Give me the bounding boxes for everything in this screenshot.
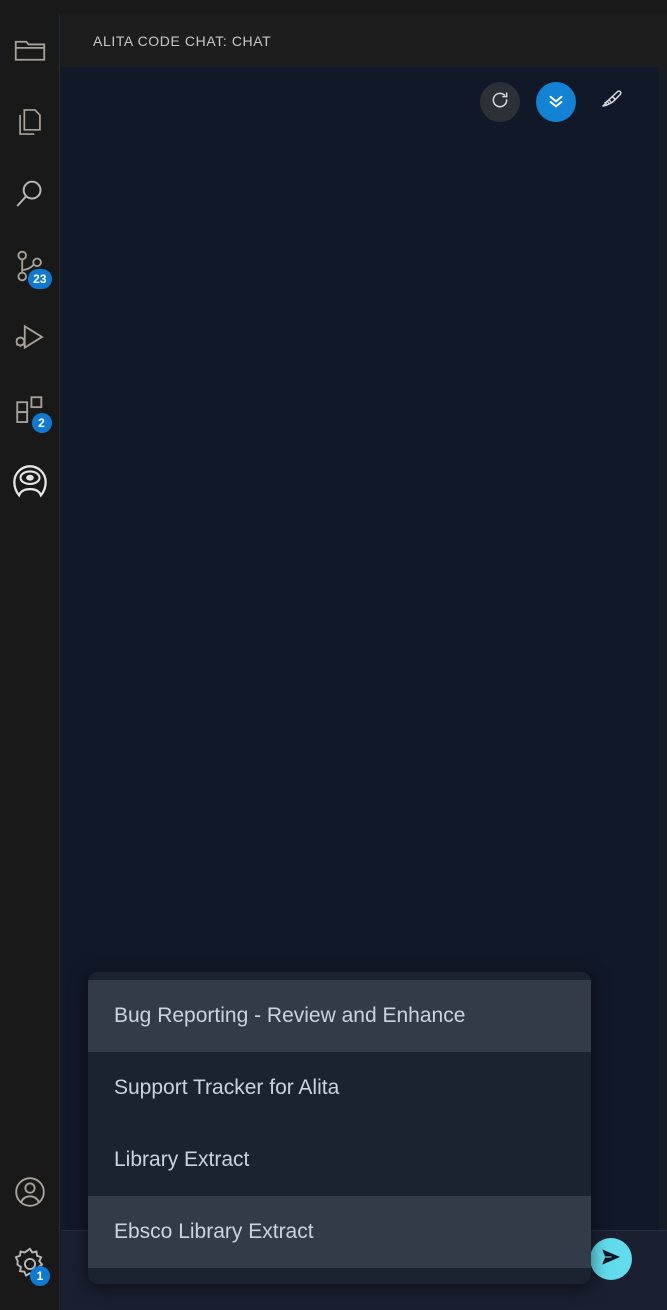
scroll-to-bottom-button[interactable]: [536, 82, 576, 122]
account-icon: [12, 1174, 48, 1210]
title-bar: [0, 0, 667, 14]
broom-icon: [599, 87, 625, 118]
dropdown-item-1[interactable]: Support Tracker for Alita: [88, 1052, 591, 1124]
folder-icon: [12, 32, 48, 68]
settings-badge: 1: [30, 1266, 50, 1286]
debug-icon: [12, 320, 48, 356]
dropdown-item-0[interactable]: Bug Reporting - Review and Enhance: [88, 980, 591, 1052]
chat-scrollbar[interactable]: [659, 67, 667, 1230]
source-control-badge: 23: [28, 269, 52, 289]
chat-toolbar: [480, 82, 632, 122]
clear-chat-button[interactable]: [592, 82, 632, 122]
activity-bar-bottom-group: 1: [0, 1156, 60, 1300]
dropdown-item-3[interactable]: Ebsco Library Extract: [88, 1196, 591, 1268]
sidebar-item-account[interactable]: [0, 1156, 60, 1228]
sidebar-item-extensions[interactable]: 2: [0, 374, 60, 446]
sidebar-item-search[interactable]: [0, 158, 60, 230]
sidebar-item-settings[interactable]: 1: [0, 1228, 60, 1300]
refresh-button[interactable]: [480, 82, 520, 122]
page-title: ALITA CODE CHAT: CHAT: [93, 32, 272, 49]
panel-header: ALITA CODE CHAT: CHAT: [61, 14, 667, 67]
search-icon: [12, 176, 48, 212]
extensions-badge: 2: [31, 413, 52, 433]
dropdown-top-padding: [88, 972, 591, 980]
sidebar-item-run-and-debug[interactable]: [0, 302, 60, 374]
sidebar-item-explorer[interactable]: [0, 14, 60, 86]
dropdown-item-2[interactable]: Library Extract: [88, 1124, 591, 1196]
dropdown-item-label: Ebsco Library Extract: [114, 1220, 314, 1243]
sidebar-item-open-editors[interactable]: [0, 86, 60, 158]
activity-bar: 23 2 1: [0, 14, 60, 1310]
sidebar-item-alita[interactable]: [0, 446, 60, 518]
send-icon: [599, 1245, 623, 1274]
prompt-suggestion-dropdown[interactable]: Bug Reporting - Review and Enhance Suppo…: [88, 972, 591, 1284]
dropdown-item-label: Bug Reporting - Review and Enhance: [114, 1004, 466, 1027]
dropdown-item-label: Library Extract: [114, 1148, 250, 1171]
activity-bar-top-group: 23 2: [0, 14, 60, 518]
refresh-icon: [490, 90, 510, 115]
send-button[interactable]: [590, 1238, 632, 1280]
files-icon: [13, 105, 47, 139]
dropdown-item-label: Support Tracker for Alita: [114, 1076, 340, 1099]
dropdown-bottom-padding: [88, 1268, 591, 1276]
alita-logo-icon: [11, 463, 49, 501]
sidebar-item-source-control[interactable]: 23: [0, 230, 60, 302]
double-chevron-down-icon: [545, 89, 567, 116]
vscode-window: 23 2 1 ALITA CODE CHAT: CHAT Bug Reporti…: [0, 0, 667, 1310]
